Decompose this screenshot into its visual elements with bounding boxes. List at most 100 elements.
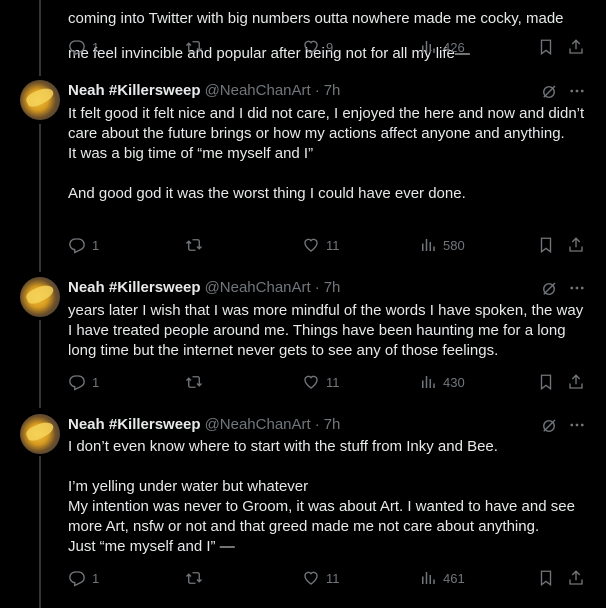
retweet-button[interactable] xyxy=(185,373,203,391)
views-icon xyxy=(419,373,437,391)
author-handle[interactable]: @NeahChanArt xyxy=(205,279,311,296)
reply-button[interactable]: 1 xyxy=(68,569,99,587)
reply-icon xyxy=(68,569,86,587)
reply-icon xyxy=(68,236,86,254)
bookmark-icon xyxy=(537,38,555,56)
timestamp[interactable]: 7h xyxy=(324,279,341,296)
bookmark-button[interactable] xyxy=(537,236,555,254)
action-bar: 1 11 580 xyxy=(68,236,588,256)
like-button[interactable]: 11 xyxy=(302,373,340,391)
retweet-button[interactable] xyxy=(185,236,203,254)
avatar[interactable] xyxy=(20,80,60,120)
tweet-header: Neah #Killersweep @NeahChanArt · 7h xyxy=(68,414,340,434)
tweet-paragraph: years later I wish that I was more mindf… xyxy=(68,302,584,359)
timestamp[interactable]: 7h xyxy=(324,416,341,433)
bookmark-icon xyxy=(537,569,555,587)
share-button[interactable] xyxy=(567,569,585,587)
views-button[interactable]: 580 xyxy=(419,236,465,254)
tweet-paragraph: I don’t even know where to start with th… xyxy=(68,438,498,455)
author-name[interactable]: Neah #Killersweep xyxy=(68,82,201,99)
views-button[interactable]: 461 xyxy=(419,569,465,587)
bookmark-button[interactable] xyxy=(537,569,555,587)
like-icon xyxy=(302,38,320,56)
tweet-paragraph xyxy=(68,164,588,184)
reply-button[interactable]: 1 xyxy=(68,373,99,391)
author-handle[interactable]: @NeahChanArt xyxy=(205,416,311,433)
reply-icon xyxy=(68,38,86,56)
like-count: 9 xyxy=(326,39,334,55)
bookmark-icon xyxy=(537,236,555,254)
tweet[interactable]: Neah #Killersweep @NeahChanArt · 7h I do… xyxy=(0,414,606,608)
retweet-icon xyxy=(185,373,203,391)
reply-count: 1 xyxy=(92,570,100,586)
share-button[interactable] xyxy=(567,236,585,254)
author-handle[interactable]: @NeahChanArt xyxy=(205,82,311,99)
tweet[interactable]: Neah #Killersweep @NeahChanArt · 7h year… xyxy=(0,277,606,408)
views-button[interactable]: 426 xyxy=(419,38,465,56)
retweet-icon xyxy=(185,38,203,56)
like-icon xyxy=(302,569,320,587)
like-count: 11 xyxy=(326,374,340,390)
retweet-button[interactable] xyxy=(185,569,203,587)
tweet[interactable]: Neah #Killersweep @NeahChanArt · 7h It f… xyxy=(0,80,606,272)
separator-dot: · xyxy=(314,415,320,433)
reply-button[interactable]: 1 xyxy=(68,236,99,254)
tweet-text: I don’t even know where to start with th… xyxy=(68,437,588,557)
share-icon xyxy=(567,38,585,56)
separator-dot: · xyxy=(314,278,320,296)
views-icon xyxy=(419,38,437,56)
tweet-partial[interactable]: coming into Twitter with big numbers out… xyxy=(0,0,606,76)
views-count: 461 xyxy=(443,570,465,586)
action-bar: 1 11 461 xyxy=(68,569,588,589)
views-count: 580 xyxy=(443,237,465,253)
avatar[interactable] xyxy=(20,414,60,454)
bookmark-button[interactable] xyxy=(537,373,555,391)
reply-icon xyxy=(68,373,86,391)
views-icon xyxy=(419,236,437,254)
separator-dot: · xyxy=(314,81,320,99)
views-icon xyxy=(419,569,437,587)
retweet-button[interactable] xyxy=(185,38,203,56)
like-button[interactable]: 11 xyxy=(302,569,340,587)
more-icon[interactable] xyxy=(568,416,586,434)
retweet-icon xyxy=(185,569,203,587)
like-button[interactable]: 11 xyxy=(302,236,340,254)
action-bar: 1 11 430 xyxy=(68,373,588,393)
avatar[interactable] xyxy=(20,277,60,317)
reply-count: 1 xyxy=(92,374,100,390)
grok-icon[interactable] xyxy=(540,417,558,435)
views-count: 430 xyxy=(443,374,465,390)
more-icon[interactable] xyxy=(568,82,586,100)
like-icon xyxy=(302,236,320,254)
reply-button[interactable]: 1 xyxy=(68,38,99,56)
share-button[interactable] xyxy=(567,38,585,56)
tweet-paragraph xyxy=(68,457,588,477)
reply-count: 1 xyxy=(92,39,100,55)
tweet-paragraph: I’m yelling under water but whatever xyxy=(68,478,309,495)
bookmark-icon xyxy=(537,373,555,391)
tweet-text: It felt good it felt nice and I did not … xyxy=(68,104,588,204)
share-button[interactable] xyxy=(567,373,585,391)
more-icon[interactable] xyxy=(568,279,586,297)
tweet-paragraph: It felt good it felt nice and I did not … xyxy=(68,105,585,142)
tweet-paragraph: Just “me myself and I” — xyxy=(68,538,235,555)
share-icon xyxy=(567,569,585,587)
views-button[interactable]: 430 xyxy=(419,373,465,391)
bookmark-button[interactable] xyxy=(537,38,555,56)
grok-icon[interactable] xyxy=(540,280,558,298)
timestamp[interactable]: 7h xyxy=(324,82,341,99)
retweet-icon xyxy=(185,236,203,254)
tweet-line: coming into Twitter with big numbers out… xyxy=(68,10,564,27)
share-icon xyxy=(567,236,585,254)
like-button[interactable]: 9 xyxy=(302,38,333,56)
views-count: 426 xyxy=(443,39,465,55)
tweet-header: Neah #Killersweep @NeahChanArt · 7h xyxy=(68,80,340,100)
tweet-header: Neah #Killersweep @NeahChanArt · 7h xyxy=(68,277,340,297)
grok-icon[interactable] xyxy=(540,83,558,101)
tweet-paragraph: It was a big time of “me myself and I” xyxy=(68,145,314,162)
author-name[interactable]: Neah #Killersweep xyxy=(68,416,201,433)
author-name[interactable]: Neah #Killersweep xyxy=(68,279,201,296)
reply-count: 1 xyxy=(92,237,100,253)
tweet-text: years later I wish that I was more mindf… xyxy=(68,301,588,361)
like-count: 11 xyxy=(326,237,340,253)
